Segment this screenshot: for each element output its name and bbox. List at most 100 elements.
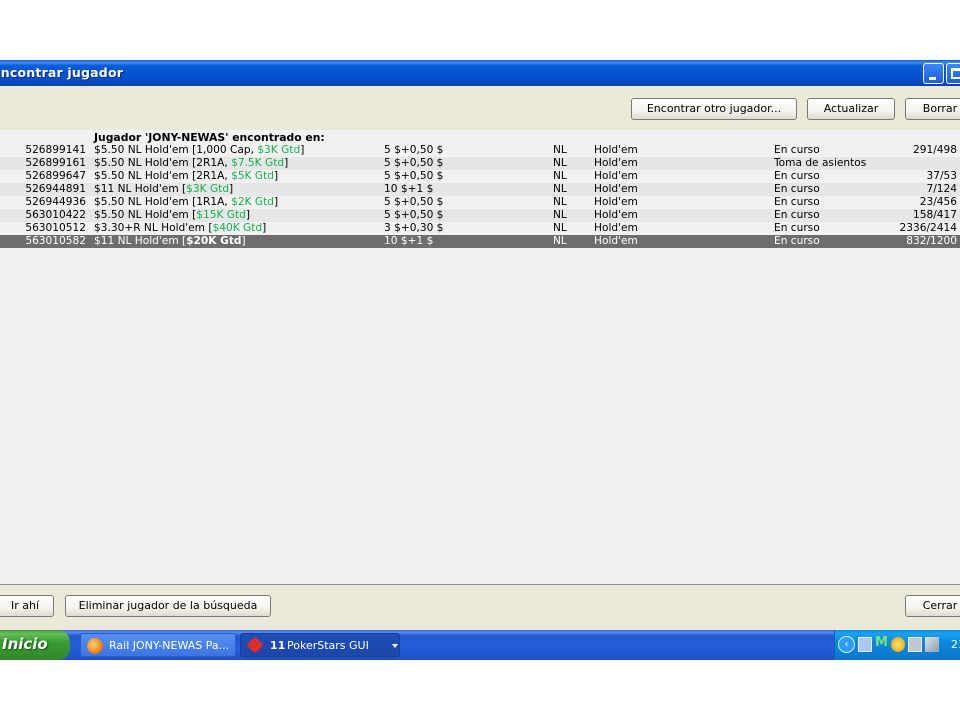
game-type: Hold'em [594, 209, 638, 221]
tournament-status: En curso [774, 209, 820, 221]
system-tray: ‹ 21 [834, 630, 960, 660]
refresh-button[interactable]: Actualizar [807, 98, 895, 120]
tournament-name: $5.50 NL Hold'em [2R1A, $7.5K Gtd] [94, 157, 288, 170]
game-type: Hold'em [594, 235, 638, 247]
chevron-down-icon [392, 644, 398, 648]
taskbar-item-label: PokerStars GUI [287, 639, 369, 652]
limit-type: NL [553, 196, 567, 208]
table-row[interactable]: 526944891 $11 NL Hold'em [$3K Gtd] 10 $+1 … [0, 183, 960, 196]
table-row[interactable]: 526899141 $5.50 NL Hold'em [1,000 Cap, $3… [0, 144, 960, 157]
tournament-name-suffix: ] [284, 157, 289, 169]
table-row[interactable]: 526899161 $5.50 NL Hold'em [2R1A, $7.5K G… [0, 157, 960, 170]
tournament-name: $3.30+R NL Hold'em [$40K Gtd] [94, 222, 266, 235]
guarantee-text: $3K Gtd [186, 183, 230, 195]
tournament-id: 563010582 [25, 235, 86, 247]
buy-in: 5 $+0,50 $ [384, 144, 444, 156]
minimize-icon [929, 77, 936, 80]
screen: Encontrar jugador Encontrar otro jugador… [0, 0, 960, 720]
network-icon[interactable] [858, 637, 872, 652]
window-count-badge: 11 [270, 639, 286, 652]
tournament-name-text: $5.50 NL Hold'em [2R1A, [94, 157, 232, 169]
table-row[interactable]: 563010582 $11 NL Hold'em [$20K Gtd] 10 $+1… [0, 235, 960, 248]
guarantee-text: $20K Gtd [186, 235, 242, 247]
maximize-button[interactable] [946, 63, 960, 84]
tournament-status: En curso [774, 170, 820, 182]
table-row[interactable]: 526944936 $5.50 NL Hold'em [1R1A, $2K Gtd… [0, 196, 960, 209]
tournament-name-suffix: ] [245, 209, 251, 221]
tournament-id: 526899647 [25, 170, 86, 182]
alert-icon[interactable] [891, 637, 905, 652]
player-count: 37/53 [926, 170, 957, 182]
player-count: 832/1200 [906, 235, 957, 247]
taskbar-item-firefox[interactable]: Rail JONY-NEWAS Pa... [80, 633, 236, 657]
limit-type: NL [553, 144, 567, 156]
find-other-player-button[interactable]: Encontrar otro jugador... [631, 98, 797, 120]
game-type: Hold'em [594, 144, 638, 156]
minimize-button[interactable] [923, 63, 944, 84]
taskbar-item-pokerstars[interactable]: 11 PokerStars GUI [240, 633, 400, 657]
tournament-name: $11 NL Hold'em [$3K Gtd] [94, 183, 233, 196]
tournament-status: Toma de asientos [774, 157, 867, 169]
tournament-id: 526944936 [25, 196, 86, 208]
guarantee-text: $15K Gtd [196, 209, 246, 221]
tournament-name-text: $5.50 NL Hold'em [1R1A, [94, 196, 232, 208]
game-type: Hold'em [594, 157, 638, 169]
tournament-id: 526944891 [25, 183, 86, 195]
tournament-id: 563010512 [25, 222, 86, 234]
show-hidden-icons-button[interactable]: ‹ [838, 636, 855, 653]
delete-button[interactable]: Borrar [905, 98, 960, 120]
start-label: Inicio [2, 635, 48, 653]
buy-in: 5 $+0,50 $ [384, 157, 444, 169]
tournament-name: $5.50 NL Hold'em [1,000 Cap, $3K Gtd] [94, 144, 304, 157]
player-count: 158/417 [912, 209, 957, 221]
tournament-name-suffix: ] [300, 144, 305, 156]
tournament-status: En curso [774, 235, 820, 247]
movistar-icon[interactable] [875, 635, 889, 652]
tournament-name-text: $5.50 NL Hold'em [2R1A, [94, 170, 232, 182]
firefox-icon [87, 638, 103, 654]
close-button[interactable]: Cerrar [905, 595, 960, 617]
tournament-name: $5.50 NL Hold'em [$15K Gtd] [94, 209, 250, 222]
remove-player-button[interactable]: Eliminar jugador de la búsqueda [65, 595, 271, 617]
tournament-name-suffix: ] [241, 235, 246, 247]
tournament-status: En curso [774, 222, 820, 234]
limit-type: NL [553, 170, 567, 182]
limit-type: NL [553, 157, 567, 169]
limit-type: NL [553, 235, 567, 247]
limit-type: NL [553, 209, 567, 221]
buy-in: 10 $+1 $ [384, 183, 434, 195]
maximize-icon [951, 68, 960, 79]
taskbar: Inicio Rail JONY-NEWAS Pa... 11 PokerSta… [0, 630, 960, 660]
safely-remove-hardware-icon[interactable] [925, 637, 939, 652]
start-button[interactable]: Inicio [0, 630, 70, 660]
go-there-button[interactable]: Ir ahí [0, 595, 54, 617]
find-player-window: Encontrar jugador Encontrar otro jugador… [0, 60, 960, 630]
table-row[interactable]: 563010512 $3.30+R NL Hold'em [$40K Gtd] 3 … [0, 222, 960, 235]
table-row[interactable]: 563010422 $5.50 NL Hold'em [$15K Gtd] 5 $+… [0, 209, 960, 222]
guarantee-text: $7.5K Gtd [231, 157, 285, 169]
tournament-name-suffix: ] [262, 222, 267, 234]
tournament-name-suffix: ] [229, 183, 234, 195]
buy-in: 5 $+0,50 $ [384, 170, 444, 182]
tournament-id: 526899161 [25, 157, 86, 169]
tournament-name-text: $11 NL Hold'em [ [94, 183, 187, 195]
player-count: 2336/2414 [899, 222, 958, 234]
game-type: Hold'em [594, 170, 638, 182]
tournament-name-suffix: ] [273, 170, 279, 182]
computer-icon[interactable] [908, 637, 922, 652]
game-type: Hold'em [594, 183, 638, 195]
tournament-id: 526899141 [25, 144, 86, 156]
results-list[interactable]: Jugador 'JONY-NEWAS' encontrado en: 5268… [0, 130, 960, 585]
tournament-name: $5.50 NL Hold'em [2R1A, $5K Gtd] [94, 170, 278, 183]
buy-in: 10 $+1 $ [384, 235, 434, 247]
table-row[interactable]: 526899647 $5.50 NL Hold'em [2R1A, $5K Gtd… [0, 170, 960, 183]
clock: 21 [951, 638, 960, 651]
tournament-status: En curso [774, 196, 820, 208]
title-bar[interactable]: Encontrar jugador [0, 60, 960, 86]
tournament-id: 563010422 [25, 209, 86, 221]
buy-in: 3 $+0,30 $ [384, 222, 444, 234]
limit-type: NL [553, 183, 567, 195]
tournament-name-text: $5.50 NL Hold'em [ [94, 209, 197, 221]
guarantee-text: $3K Gtd [257, 144, 301, 156]
results-header: Jugador 'JONY-NEWAS' encontrado en: [94, 131, 325, 144]
